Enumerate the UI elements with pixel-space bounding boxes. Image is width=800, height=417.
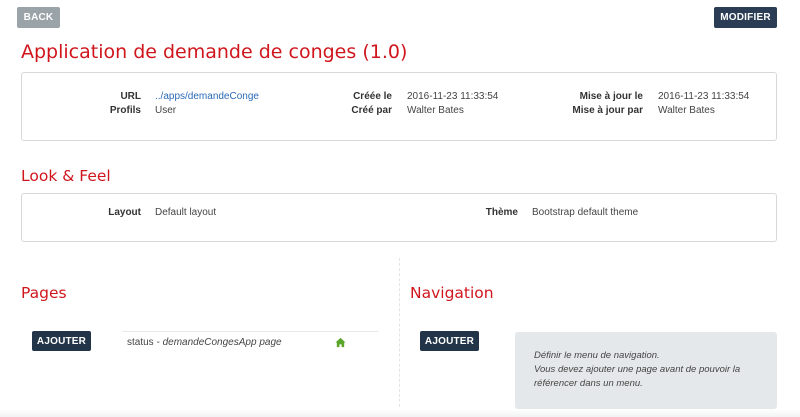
created-by-label: Créé par [351,105,392,116]
theme-value: Bootstrap default theme [532,207,639,218]
updated-by-value: Walter Bates [658,105,715,116]
url-link[interactable]: ../apps/demandeConge [155,91,259,102]
created-value: 2016-11-23 11:33:54 [407,91,499,102]
look-and-feel-panel: Layout Default layout Thème Bootstrap de… [21,193,777,242]
home-icon[interactable] [335,337,346,348]
column-divider [399,258,400,417]
bottom-shadow [0,409,800,417]
profiles-label: Profils [109,105,141,116]
add-page-button[interactable]: AJOUTER [32,331,91,351]
layout-label: Layout [108,207,141,218]
theme-label: Thème [485,207,518,218]
created-label: Créée le [353,91,392,102]
updated-value: 2016-11-23 11:33:54 [658,91,750,102]
navigation-info-box: Définir le menu de navigation. Vous deve… [515,332,777,409]
updated-by-label: Mise à jour par [572,105,643,116]
look-and-feel-title: Look & Feel [21,167,111,185]
back-button[interactable]: BACK [17,7,60,28]
modify-button[interactable]: MODIFIER [714,7,777,28]
layout-value: Default layout [155,207,217,218]
table-row[interactable]: status - demandeCongesApp page [122,331,378,357]
app-info-panel: URL ../apps/demandeConge Profils User Cr… [21,72,777,141]
navigation-title: Navigation [410,284,494,302]
profiles-value: User [155,105,177,116]
page-title: Application de demande de conges (1.0) [21,41,408,63]
updated-label: Mise à jour le [579,91,643,102]
navigation-info-text: Définir le menu de navigation. Vous deve… [534,350,741,389]
created-by-value: Walter Bates [407,105,464,116]
url-label: URL [120,91,141,102]
page-entry-text: status - demandeCongesApp page [127,337,282,348]
add-navigation-button[interactable]: AJOUTER [420,331,479,351]
pages-title: Pages [21,284,67,302]
